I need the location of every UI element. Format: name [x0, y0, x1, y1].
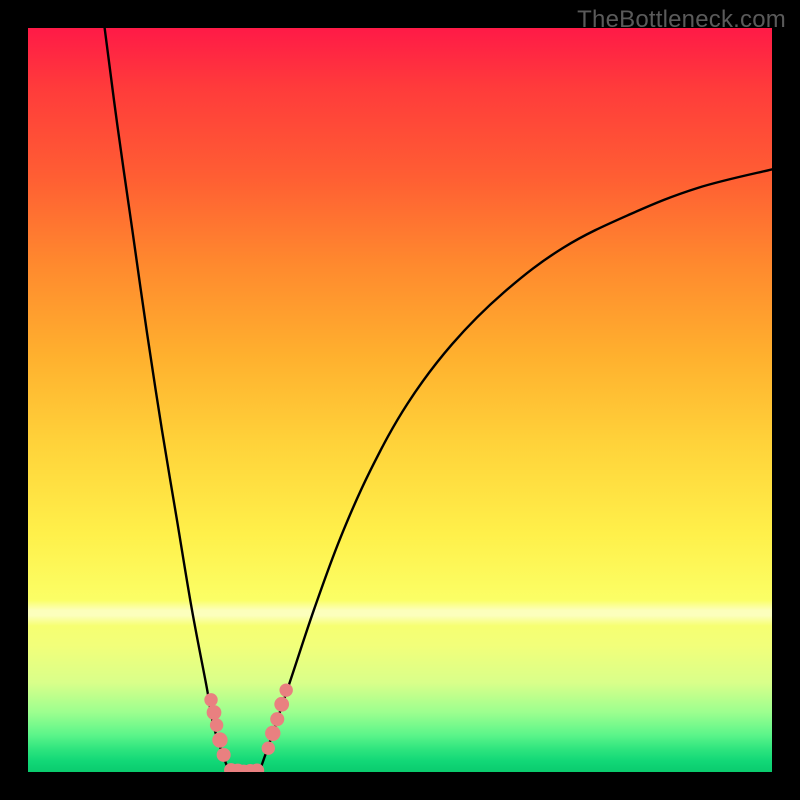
bead-marker: [262, 741, 275, 754]
curve-valley: [227, 768, 260, 772]
chart-svg: [28, 28, 772, 772]
bead-marker: [236, 765, 251, 772]
bead-markers: [204, 683, 293, 772]
curve-left-branch: [105, 28, 228, 768]
bead-marker: [230, 764, 246, 772]
bead-marker: [207, 705, 222, 720]
bead-marker: [270, 712, 284, 726]
bead-marker: [210, 718, 223, 731]
bead-marker: [224, 763, 238, 772]
highlight-band: [28, 600, 772, 626]
bead-marker: [212, 732, 227, 747]
bead-marker: [265, 726, 280, 741]
bead-marker: [279, 683, 292, 696]
bead-marker: [250, 763, 264, 772]
curve-right-branch: [261, 169, 772, 767]
chart-frame: TheBottleneck.com: [0, 0, 800, 800]
bead-marker: [204, 693, 217, 706]
bead-marker: [217, 748, 231, 762]
bead-marker: [274, 697, 289, 712]
watermark-text: TheBottleneck.com: [577, 6, 786, 34]
chart-plot-area: [28, 28, 772, 772]
bead-marker: [242, 764, 258, 772]
